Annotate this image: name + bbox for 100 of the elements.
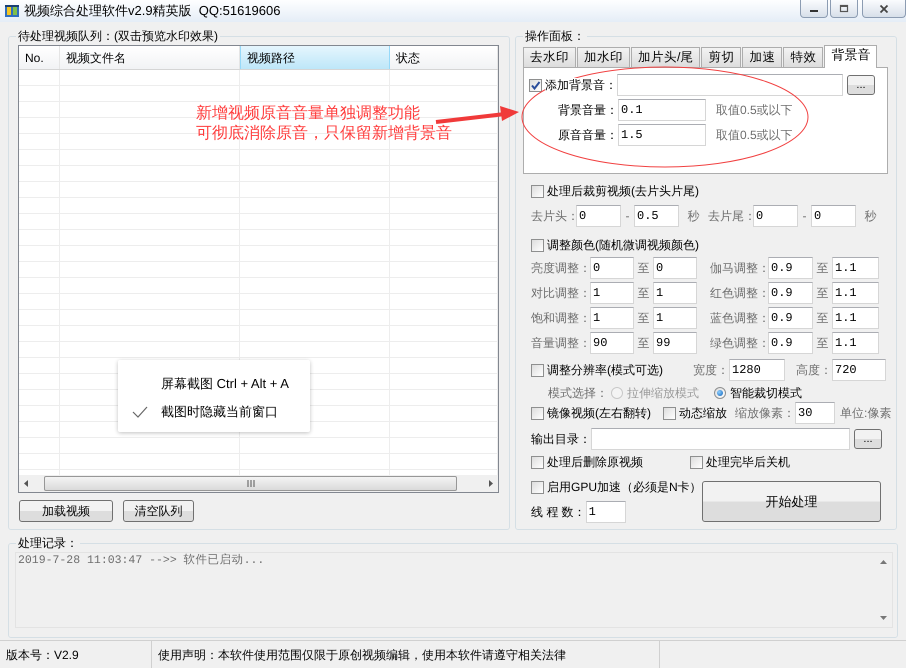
tab[interactable]: 特效: [783, 47, 824, 67]
tab[interactable]: 加水印: [577, 47, 630, 67]
field-label: 去片尾：: [708, 209, 753, 223]
field-label: 原音音量：: [558, 128, 618, 142]
checkbox[interactable]: [663, 406, 676, 420]
input-field[interactable]: 99: [653, 332, 697, 354]
unit-text: 单位:像素: [840, 406, 892, 420]
checkbox[interactable]: [531, 480, 544, 494]
checkbox[interactable]: [531, 456, 544, 468]
tab[interactable]: 加片头/尾: [631, 47, 700, 67]
input-field[interactable]: 0.9: [768, 282, 813, 304]
unit-text: 秒: [864, 209, 878, 223]
checkbox-label[interactable]: 处理后删除原视频: [547, 455, 643, 469]
browse-button[interactable]: ...: [854, 429, 882, 449]
horizontal-scrollbar[interactable]: [19, 475, 498, 492]
maximize-button[interactable]: [830, 0, 858, 18]
unit-text: 秒: [686, 209, 700, 223]
input-field[interactable]: 1.1: [832, 307, 879, 329]
checkbox[interactable]: [531, 406, 544, 420]
group-title: 操作面板：: [523, 29, 587, 43]
field-label: 输出目录：: [531, 432, 591, 446]
input-field[interactable]: 0: [811, 205, 856, 227]
separator-text: 至: [816, 261, 830, 275]
checkbox[interactable]: [529, 78, 542, 92]
tab[interactable]: 背景音: [824, 45, 878, 68]
tab[interactable]: 加速: [742, 47, 782, 67]
window-title: 视频综合处理软件v2.9精英版 QQ:51619606: [24, 4, 280, 18]
checkbox-label[interactable]: 动态缩放: [679, 406, 727, 420]
start-button[interactable]: 开始处理: [702, 481, 881, 522]
column-header[interactable]: 状态: [390, 46, 498, 69]
input-field[interactable]: 1.1: [832, 282, 879, 304]
tab[interactable]: 去水印: [523, 47, 576, 67]
group-title: 待处理视频队列：(双击预览水印效果): [16, 29, 220, 43]
input-field[interactable]: 1: [653, 307, 697, 329]
scroll-up-icon[interactable]: [879, 559, 888, 565]
input-field[interactable]: 0.9: [768, 307, 813, 329]
scroll-left-icon[interactable]: [22, 479, 30, 488]
input-field[interactable]: 0: [576, 205, 621, 227]
checkbox-label[interactable]: 调整颜色(随机微调视频颜色): [547, 238, 699, 252]
checkbox-label[interactable]: 调整分辨率(模式可选): [547, 363, 663, 377]
scroll-right-icon[interactable]: [487, 479, 495, 488]
checkbox-label[interactable]: 处理完毕后关机: [706, 455, 790, 469]
file-path-field[interactable]: [617, 74, 843, 96]
menu-item[interactable]: 截图时隐藏当前窗口: [161, 405, 278, 419]
field-label: 背景音量：: [558, 103, 618, 117]
scrollbar-thumb[interactable]: [44, 476, 457, 491]
separator-text: 至: [636, 286, 650, 300]
log-line: 2019-7-28 11:03:47 -->> 软件已启动...: [18, 554, 266, 568]
checkbox[interactable]: [531, 238, 544, 252]
checkbox-label[interactable]: 启用GPU加速（必须是N卡）: [547, 480, 702, 494]
tab[interactable]: 剪切: [701, 47, 742, 67]
scroll-down-icon[interactable]: [879, 615, 888, 621]
checkbox[interactable]: [690, 456, 703, 468]
input-field[interactable]: 0.5: [634, 205, 679, 227]
separator-text: 至: [816, 311, 830, 325]
input-field[interactable]: 0.9: [768, 257, 813, 279]
field-label: 亮度调整：: [531, 261, 590, 275]
input-field[interactable]: 1280: [729, 359, 785, 381]
checkbox-label[interactable]: 镜像视频(左右翻转): [547, 406, 651, 420]
separator-text: 至: [636, 336, 650, 350]
separator-text: 至: [816, 336, 830, 350]
radio-button[interactable]: [714, 387, 726, 399]
menu-item[interactable]: 屏幕截图 Ctrl + Alt + A: [161, 377, 289, 391]
input-field[interactable]: 1: [653, 282, 697, 304]
minimize-button[interactable]: [800, 0, 828, 18]
field-label: 蓝色调整：: [710, 311, 768, 325]
hint-text: 取值0.5或以下: [716, 128, 793, 142]
input-field[interactable]: 0: [753, 205, 798, 227]
input-field[interactable]: 1.5: [618, 124, 706, 146]
clear-button[interactable]: 清空队列: [123, 500, 194, 522]
load-button[interactable]: 加载视频: [19, 500, 113, 522]
close-icon: [879, 4, 889, 14]
input-field[interactable]: 1: [590, 307, 634, 329]
input-field[interactable]: 1: [586, 501, 626, 523]
radio-label[interactable]: 智能裁切模式: [730, 386, 802, 400]
input-field[interactable]: 1: [590, 282, 634, 304]
field-label: 去片头：: [531, 209, 576, 223]
field-label: 绿色调整：: [710, 336, 768, 350]
input-field[interactable]: 90: [590, 332, 634, 354]
input-field[interactable]: 0: [590, 257, 634, 279]
input-field[interactable]: 1.1: [832, 257, 879, 279]
input-field[interactable]: 30: [795, 402, 835, 424]
input-field[interactable]: 0.1: [618, 99, 706, 121]
field-label: 伽马调整：: [710, 261, 768, 275]
checkbox[interactable]: [531, 184, 544, 198]
separator-text: 至: [636, 311, 650, 325]
checkbox-label[interactable]: 处理后裁剪视频(去片头片尾): [547, 184, 699, 198]
input-field[interactable]: 0: [653, 257, 697, 279]
app-icon: [4, 3, 20, 19]
input-field[interactable]: 0.9: [768, 332, 813, 354]
close-button[interactable]: [862, 0, 906, 18]
input-field[interactable]: 1.1: [832, 332, 879, 354]
checkbox[interactable]: [531, 364, 544, 376]
input-field[interactable]: 720: [832, 359, 886, 381]
group-title: 处理记录：: [16, 536, 80, 550]
field-label: 线 程 数：: [531, 505, 586, 519]
column-header[interactable]: No.: [19, 46, 60, 69]
column-header[interactable]: 视频路径: [240, 46, 390, 69]
output-folder-field[interactable]: [591, 428, 850, 450]
browse-button[interactable]: ...: [847, 75, 875, 95]
